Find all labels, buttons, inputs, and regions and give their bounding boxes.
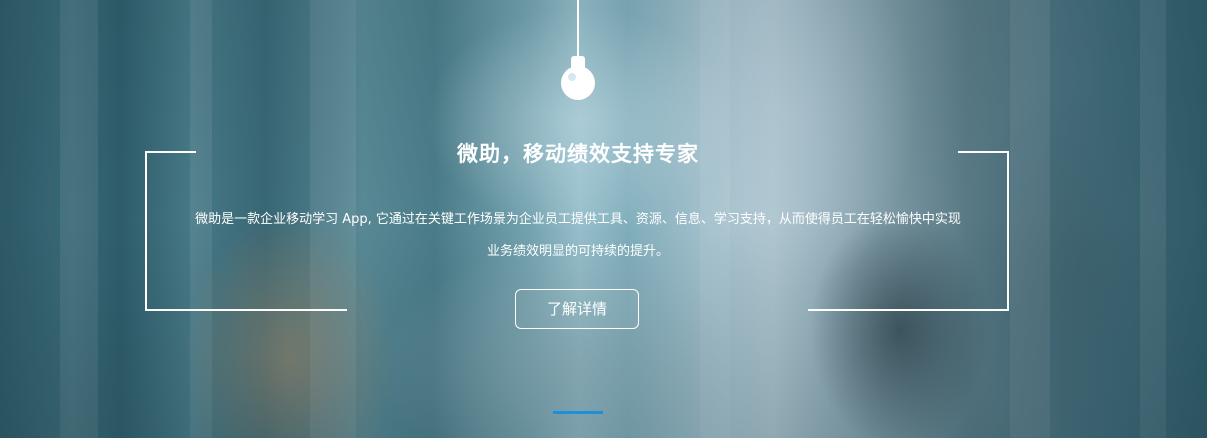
hero-title: 微助，移动绩效支持专家: [457, 142, 699, 166]
lamp-bulb: [561, 66, 595, 100]
hero-banner: 微助，移动绩效支持专家 微助是一款企业移动学习 App, 它通过在关键工作场景为…: [0, 0, 1207, 438]
lamp-cord: [577, 0, 579, 58]
frame-bottom-right: [808, 309, 1009, 311]
hero-description: 微助是一款企业移动学习 App, 它通过在关键工作场景为企业员工提供工具、资源、…: [195, 212, 961, 259]
frame-right: [1007, 151, 1009, 311]
frame-bottom-left: [145, 309, 347, 311]
lamp-shine: [568, 73, 576, 81]
carousel-indicator[interactable]: [553, 411, 603, 414]
learn-more-button[interactable]: 了解详情: [515, 289, 639, 329]
frame-left: [145, 151, 147, 311]
